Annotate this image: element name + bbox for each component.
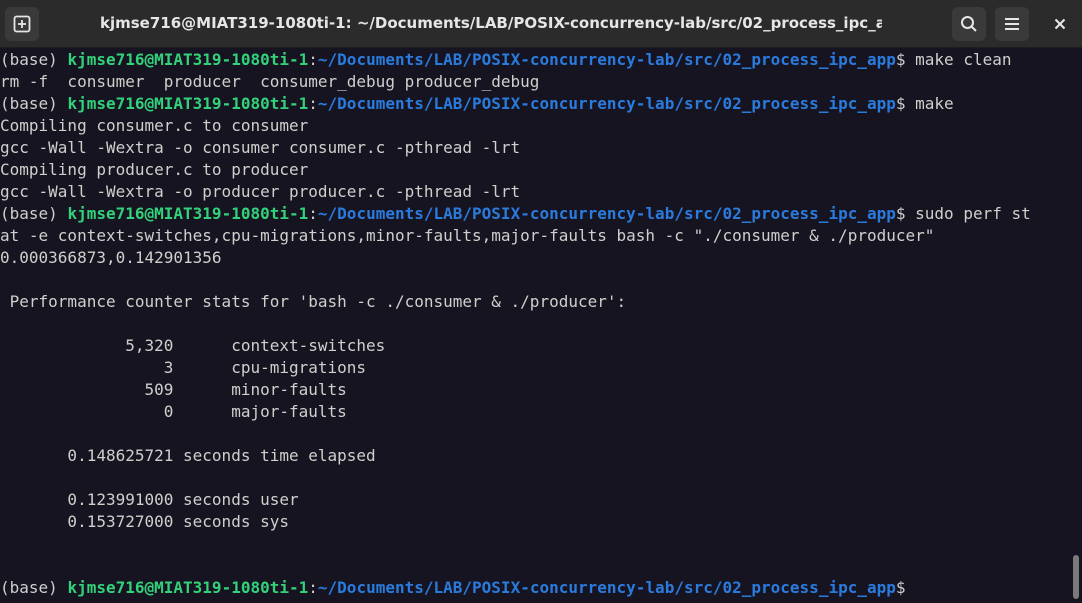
terminal-window: kjmse716@MIAT319-1080ti-1: ~/Documents/L… <box>0 0 1082 603</box>
user-host: kjmse716@MIAT319-1080ti-1 <box>67 50 309 69</box>
menu-button[interactable] <box>995 7 1029 41</box>
output-line: 5,320 context-switches <box>0 336 386 355</box>
new-tab-icon <box>13 15 31 33</box>
hamburger-menu-icon <box>1005 18 1019 30</box>
user-host: kjmse716@MIAT319-1080ti-1 <box>67 578 309 597</box>
user-host: kjmse716@MIAT319-1080ti-1 <box>67 94 309 113</box>
prompt-colon: : <box>308 94 318 113</box>
prompt-line: (base) kjmse716@MIAT319-1080ti-1:~/Docum… <box>0 49 1070 71</box>
prompt-colon: : <box>308 204 318 223</box>
output-line: 3 cpu-migrations <box>0 358 367 377</box>
user-host: kjmse716@MIAT319-1080ti-1 <box>67 204 309 223</box>
command-text: make <box>905 94 954 113</box>
scrollbar-thumb[interactable] <box>1073 555 1079 599</box>
output-line: gcc -Wall -Wextra -o consumer consumer.c… <box>0 138 521 157</box>
prompt-dollar: $ <box>895 204 906 223</box>
conda-env: (base) <box>0 578 68 597</box>
output-line: at -e context-switches,cpu-migrations,mi… <box>0 226 935 245</box>
output-line: 0 major-faults <box>0 402 347 421</box>
prompt-line: (base) kjmse716@MIAT319-1080ti-1:~/Docum… <box>0 203 1070 225</box>
prompt-dollar: $ <box>895 94 906 113</box>
cwd-path: ~/Documents/LAB/POSIX-concurrency-lab/sr… <box>317 94 896 113</box>
terminal-scrollbar[interactable] <box>1070 49 1082 603</box>
cwd-path: ~/Documents/LAB/POSIX-concurrency-lab/sr… <box>317 204 896 223</box>
cwd-path: ~/Documents/LAB/POSIX-concurrency-lab/sr… <box>317 578 896 597</box>
search-icon <box>961 16 977 32</box>
output-line: rm -f consumer producer consumer_debug p… <box>0 72 540 91</box>
prompt-line: (base) kjmse716@MIAT319-1080ti-1:~/Docum… <box>0 93 1070 115</box>
output-line: Compiling consumer.c to consumer <box>0 116 309 135</box>
prompt-line: (base) kjmse716@MIAT319-1080ti-1:~/Docum… <box>0 577 1070 599</box>
output-line: 0.153727000 seconds sys <box>0 512 289 531</box>
output-line: 0.000366873,0.142901356 <box>0 248 222 267</box>
output-line: 509 minor-faults <box>0 380 347 399</box>
terminal-output[interactable]: (base) kjmse716@MIAT319-1080ti-1:~/Docum… <box>0 49 1070 603</box>
conda-env: (base) <box>0 94 68 113</box>
close-button[interactable] <box>1043 7 1077 41</box>
conda-env: (base) <box>0 50 68 69</box>
output-line: Performance counter stats for 'bash -c .… <box>0 292 627 311</box>
conda-env: (base) <box>0 204 68 223</box>
command-text: make clean <box>905 50 1012 69</box>
prompt-colon: : <box>308 578 318 597</box>
window-title: kjmse716@MIAT319-1080ti-1: ~/Documents/L… <box>100 14 882 32</box>
search-button[interactable] <box>952 7 986 41</box>
title-bar: kjmse716@MIAT319-1080ti-1: ~/Documents/L… <box>0 0 1082 48</box>
close-icon <box>1054 18 1066 30</box>
output-line: Compiling producer.c to producer <box>0 160 309 179</box>
prompt-dollar: $ <box>895 578 906 597</box>
output-line: 0.148625721 seconds time elapsed <box>0 446 376 465</box>
new-tab-button[interactable] <box>5 7 39 41</box>
prompt-dollar: $ <box>895 50 906 69</box>
prompt-colon: : <box>308 50 318 69</box>
command-text: sudo perf st <box>905 204 1031 223</box>
output-line: 0.123991000 seconds user <box>0 490 299 509</box>
output-line: gcc -Wall -Wextra -o producer producer.c… <box>0 182 521 201</box>
cwd-path: ~/Documents/LAB/POSIX-concurrency-lab/sr… <box>317 50 896 69</box>
